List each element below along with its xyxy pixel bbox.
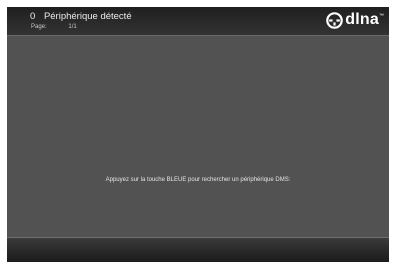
title-text: Périphérique détecté (43, 11, 132, 22)
footer-bar (7, 238, 389, 262)
page-value: 1/1 (68, 24, 77, 30)
header-bar: 0 Périphérique détecté Page: 1/1 dlna ™ (7, 7, 389, 35)
device-list-area: Appuyez sur la touche BLEUE pour recherc… (7, 36, 389, 238)
page-indicator: Page: 1/1 (31, 24, 77, 30)
dlna-logo-text: dlna (345, 11, 379, 28)
trademark-mark: ™ (379, 13, 384, 19)
page-label: Page: (31, 24, 47, 30)
dlna-logo-icon (326, 11, 344, 29)
dlna-browser-screen: 0 Périphérique détecté Page: 1/1 dlna ™ … (7, 7, 389, 262)
search-instruction-message: Appuyez sur la touche BLEUE pour recherc… (105, 177, 291, 183)
device-count: 0 (30, 11, 36, 22)
page-title: 0 Périphérique détecté (30, 11, 132, 22)
dlna-logo: dlna ™ (326, 10, 384, 30)
